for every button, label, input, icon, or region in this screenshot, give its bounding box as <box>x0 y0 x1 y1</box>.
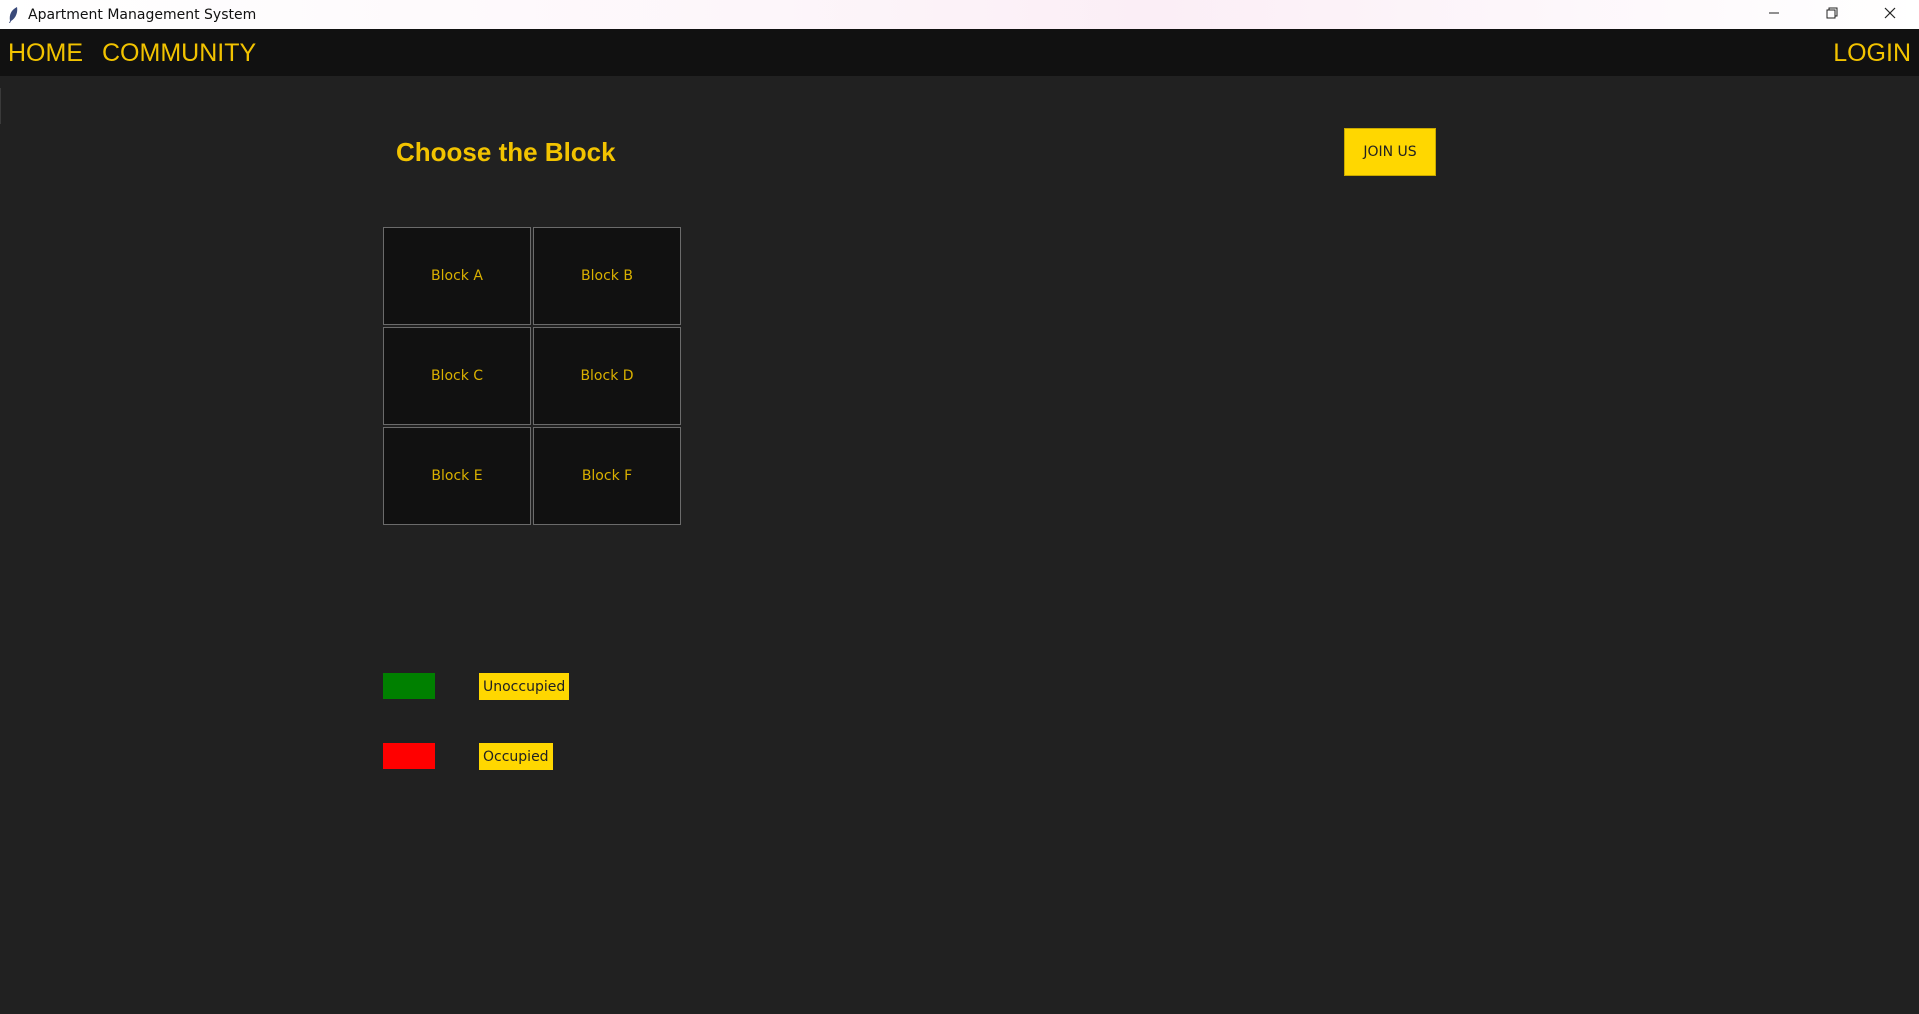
minimize-button[interactable] <box>1745 0 1803 29</box>
menu-community[interactable]: COMMUNITY <box>102 38 256 68</box>
restore-icon <box>1826 7 1838 23</box>
join-us-button[interactable]: JOIN US <box>1344 128 1436 176</box>
menu-bar: HOME COMMUNITY LOGIN <box>0 29 1919 76</box>
unoccupied-swatch <box>383 673 435 699</box>
block-a-button[interactable]: Block A <box>383 227 531 325</box>
block-e-button[interactable]: Block E <box>383 427 531 525</box>
left-edge-divider <box>0 88 1 124</box>
minimize-icon <box>1768 7 1780 23</box>
window-controls <box>1745 0 1919 29</box>
block-b-button[interactable]: Block B <box>533 227 681 325</box>
page-title: Choose the Block <box>396 137 616 167</box>
occupied-label: Occupied <box>479 743 553 770</box>
menu-home[interactable]: HOME <box>8 38 83 68</box>
title-bar: Apartment Management System <box>0 0 1919 29</box>
close-button[interactable] <box>1861 0 1919 29</box>
close-icon <box>1884 7 1896 23</box>
restore-button[interactable] <box>1803 0 1861 29</box>
block-d-button[interactable]: Block D <box>533 327 681 425</box>
unoccupied-label: Unoccupied <box>479 673 570 700</box>
window-title: Apartment Management System <box>28 6 257 23</box>
block-f-button[interactable]: Block F <box>533 427 681 525</box>
menu-login[interactable]: LOGIN <box>1833 38 1911 68</box>
block-c-button[interactable]: Block C <box>383 327 531 425</box>
feather-icon <box>6 6 20 24</box>
occupied-swatch <box>383 743 435 769</box>
block-grid: Block A Block B Block C Block D Block E … <box>383 227 683 527</box>
